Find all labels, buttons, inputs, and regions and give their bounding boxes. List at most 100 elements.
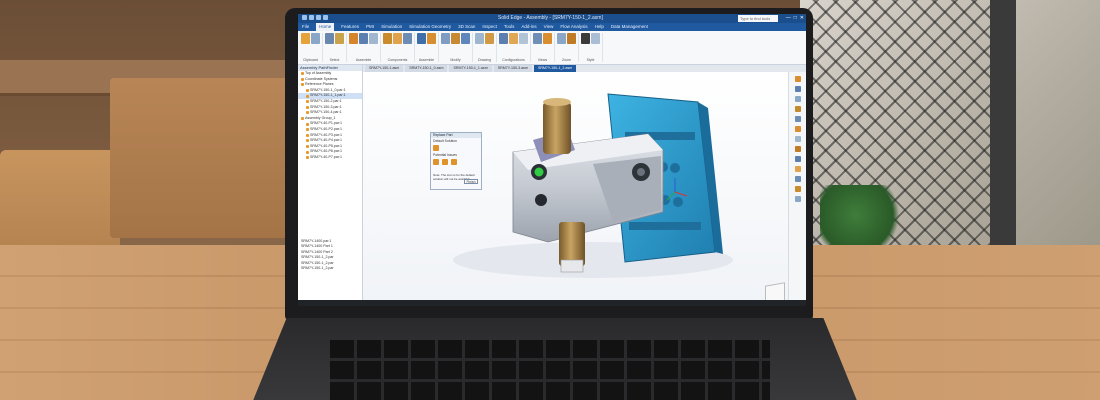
ribbon-command-icon[interactable] bbox=[325, 33, 334, 44]
ribbon: Clipboard Select Assemble Components Assembl… bbox=[298, 31, 806, 65]
ribbon-command-icon[interactable] bbox=[427, 33, 436, 44]
ribbon-group-zoom: Zoom bbox=[557, 33, 579, 62]
document-tab[interactable]: SRM7Y-150-1_0.asm bbox=[405, 65, 448, 72]
side-tool-icon[interactable] bbox=[794, 86, 801, 92]
issue-option-icon-2[interactable] bbox=[442, 159, 448, 165]
part-icon bbox=[306, 89, 309, 93]
title-bar: Solid Edge - Assembly - [SRM7Y-150-1_2.a… bbox=[298, 14, 806, 23]
ribbon-command-icon[interactable] bbox=[311, 33, 320, 44]
upper-brass-cylinder[interactable] bbox=[543, 102, 571, 154]
ribbon-command-icon[interactable] bbox=[393, 33, 402, 44]
pathfinder-lower-item[interactable]: SRM7Y-150-1_2.par bbox=[298, 266, 362, 272]
maximize-button[interactable]: □ bbox=[794, 14, 797, 23]
window-controls: — □ ✕ bbox=[786, 14, 804, 23]
command-search-input[interactable]: Type to find tools bbox=[738, 15, 778, 22]
ribbon-command-icon[interactable] bbox=[301, 33, 310, 44]
side-tool-icon[interactable] bbox=[794, 96, 801, 102]
ribbon-tab-pmi[interactable]: PMI bbox=[366, 23, 374, 31]
ribbon-command-icon[interactable] bbox=[417, 33, 426, 44]
side-tool-icon[interactable] bbox=[794, 146, 801, 152]
side-tool-icon[interactable] bbox=[794, 196, 801, 202]
issue-option-icon-1[interactable] bbox=[433, 159, 439, 165]
issue-option-icon-3[interactable] bbox=[451, 159, 457, 165]
part-icon bbox=[306, 122, 309, 126]
ribbon-command-icon[interactable] bbox=[359, 33, 368, 44]
finish-button[interactable]: Finish bbox=[464, 179, 478, 184]
side-tool-icon[interactable] bbox=[794, 156, 801, 162]
ribbon-tab-simulation[interactable]: Simulation bbox=[381, 23, 402, 31]
ribbon-command-icon[interactable] bbox=[461, 33, 470, 44]
green-indicator-icon bbox=[534, 167, 544, 177]
ribbon-group-label: Assemble bbox=[355, 58, 372, 62]
ribbon-command-icon[interactable] bbox=[441, 33, 450, 44]
ribbon-command-icon[interactable] bbox=[509, 33, 518, 44]
ribbon-command-icon[interactable] bbox=[403, 33, 412, 44]
document-tab[interactable]: SRM7Y-150-3.asm bbox=[493, 65, 532, 72]
ribbon-command-icon[interactable] bbox=[581, 33, 590, 44]
ribbon-command-icon[interactable] bbox=[533, 33, 542, 44]
side-tool-icon[interactable] bbox=[794, 166, 801, 172]
quick-access-toolbar[interactable] bbox=[302, 15, 328, 20]
ribbon-group-buttons bbox=[475, 33, 494, 44]
redo-icon[interactable] bbox=[323, 15, 328, 20]
ribbon-command-icon[interactable] bbox=[543, 33, 552, 44]
ribbon-tab-tools[interactable]: Tools bbox=[504, 23, 515, 31]
part-icon bbox=[306, 100, 309, 104]
ribbon-group-label: Clipboard bbox=[303, 58, 318, 62]
side-tool-icon[interactable] bbox=[794, 136, 801, 142]
app-logo-icon[interactable] bbox=[302, 15, 307, 20]
side-tool-icon[interactable] bbox=[794, 76, 801, 82]
document-tab[interactable]: SRM7Y-150-1_1.asm bbox=[449, 65, 492, 72]
ribbon-command-icon[interactable] bbox=[369, 33, 378, 44]
ribbon-group-label: Drawing bbox=[478, 58, 491, 62]
side-tool-icon[interactable] bbox=[794, 186, 801, 192]
pathfinder-item-label: SRM7Y-40-P7.par:1 bbox=[310, 154, 343, 159]
ribbon-tab-simulation-geometry[interactable]: Simulation Geometry bbox=[409, 23, 451, 31]
ribbon-command-icon[interactable] bbox=[557, 33, 566, 44]
ribbon-command-icon[interactable] bbox=[475, 33, 484, 44]
background-plant bbox=[820, 185, 910, 245]
ribbon-command-icon[interactable] bbox=[591, 33, 600, 44]
ribbon-command-icon[interactable] bbox=[451, 33, 460, 44]
ribbon-command-icon[interactable] bbox=[485, 33, 494, 44]
ribbon-tab-flow-analysis[interactable]: Flow Analysis bbox=[560, 23, 587, 31]
lower-brass-cylinder[interactable] bbox=[559, 222, 585, 266]
undo-icon[interactable] bbox=[316, 15, 321, 20]
part-icon bbox=[301, 117, 304, 121]
ribbon-group-buttons bbox=[533, 33, 552, 44]
side-tool-icon[interactable] bbox=[794, 106, 801, 112]
ribbon-command-icon[interactable] bbox=[519, 33, 528, 44]
graphics-viewport[interactable]: Replace Part Default Solution Potential … bbox=[363, 72, 788, 306]
side-tool-icon[interactable] bbox=[794, 116, 801, 122]
replace-part-dialog: Replace Part Default Solution Potential … bbox=[430, 132, 482, 190]
save-icon[interactable] bbox=[309, 15, 314, 20]
ribbon-tab-inspect[interactable]: Inspect bbox=[482, 23, 497, 31]
ribbon-tab-data-management[interactable]: Data Management bbox=[611, 23, 648, 31]
ribbon-tab-home[interactable]: Home bbox=[316, 23, 335, 31]
document-tab[interactable]: SRM7Y-150-1.asm bbox=[365, 65, 404, 72]
part-icon bbox=[301, 72, 304, 76]
side-tool-icon[interactable] bbox=[794, 176, 801, 182]
ribbon-group-views: Views bbox=[533, 33, 555, 62]
ribbon-command-icon[interactable] bbox=[499, 33, 508, 44]
ribbon-tab-add-ins[interactable]: Add-ins bbox=[521, 23, 536, 31]
close-button[interactable]: ✕ bbox=[800, 14, 804, 23]
ribbon-command-icon[interactable] bbox=[567, 33, 576, 44]
ribbon-command-icon[interactable] bbox=[335, 33, 344, 44]
ribbon-command-icon[interactable] bbox=[383, 33, 392, 44]
assembly-model[interactable] bbox=[363, 72, 788, 306]
ribbon-tab-3d-scan[interactable]: 3D Scan bbox=[458, 23, 475, 31]
side-tool-icon[interactable] bbox=[794, 126, 801, 132]
ribbon-tab-features[interactable]: Features bbox=[341, 23, 359, 31]
ribbon-command-icon[interactable] bbox=[349, 33, 358, 44]
ribbon-tab-file[interactable]: File bbox=[302, 23, 309, 31]
part-icon bbox=[301, 77, 304, 81]
document-tab[interactable]: SRM7Y-150-1_2.asm bbox=[533, 65, 577, 72]
ribbon-tab-view[interactable]: View bbox=[544, 23, 554, 31]
ribbon-tab-help[interactable]: Help bbox=[595, 23, 604, 31]
ribbon-group-label: Components bbox=[387, 58, 408, 62]
ribbon-group-buttons bbox=[441, 33, 470, 44]
pathfinder-spacer bbox=[298, 161, 362, 239]
solution-option-icon[interactable] bbox=[433, 145, 439, 151]
minimize-button[interactable]: — bbox=[786, 14, 791, 23]
